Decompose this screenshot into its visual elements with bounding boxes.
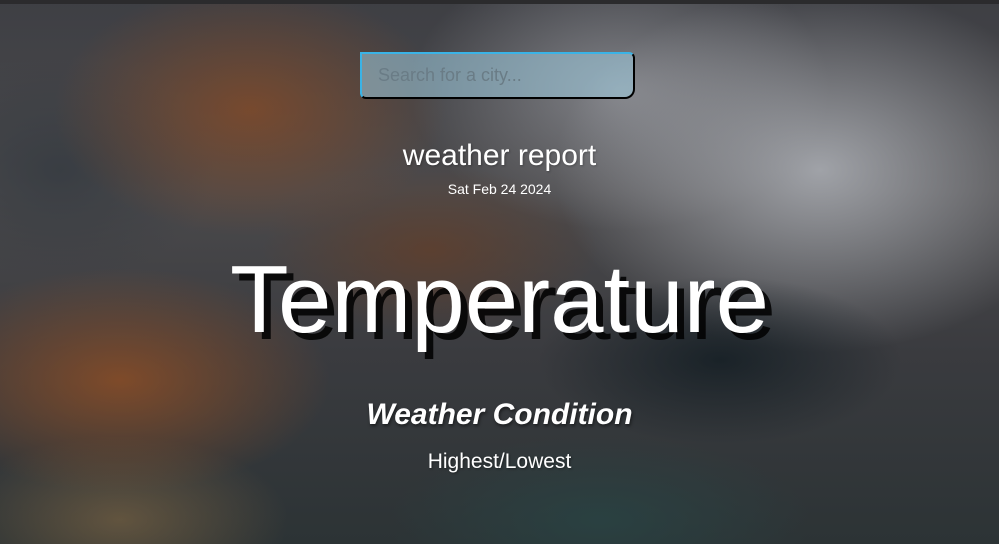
page-title: weather report	[402, 139, 597, 172]
report-date: Sat Feb 24 2024	[447, 181, 552, 197]
weather-condition: Weather Condition	[366, 398, 633, 431]
high-low-temperature: Highest/Lowest	[427, 450, 572, 473]
search-input[interactable]	[360, 52, 635, 99]
search-box	[360, 52, 635, 99]
window-top-bar	[0, 0, 999, 4]
temperature-value: Temperature	[230, 246, 769, 353]
